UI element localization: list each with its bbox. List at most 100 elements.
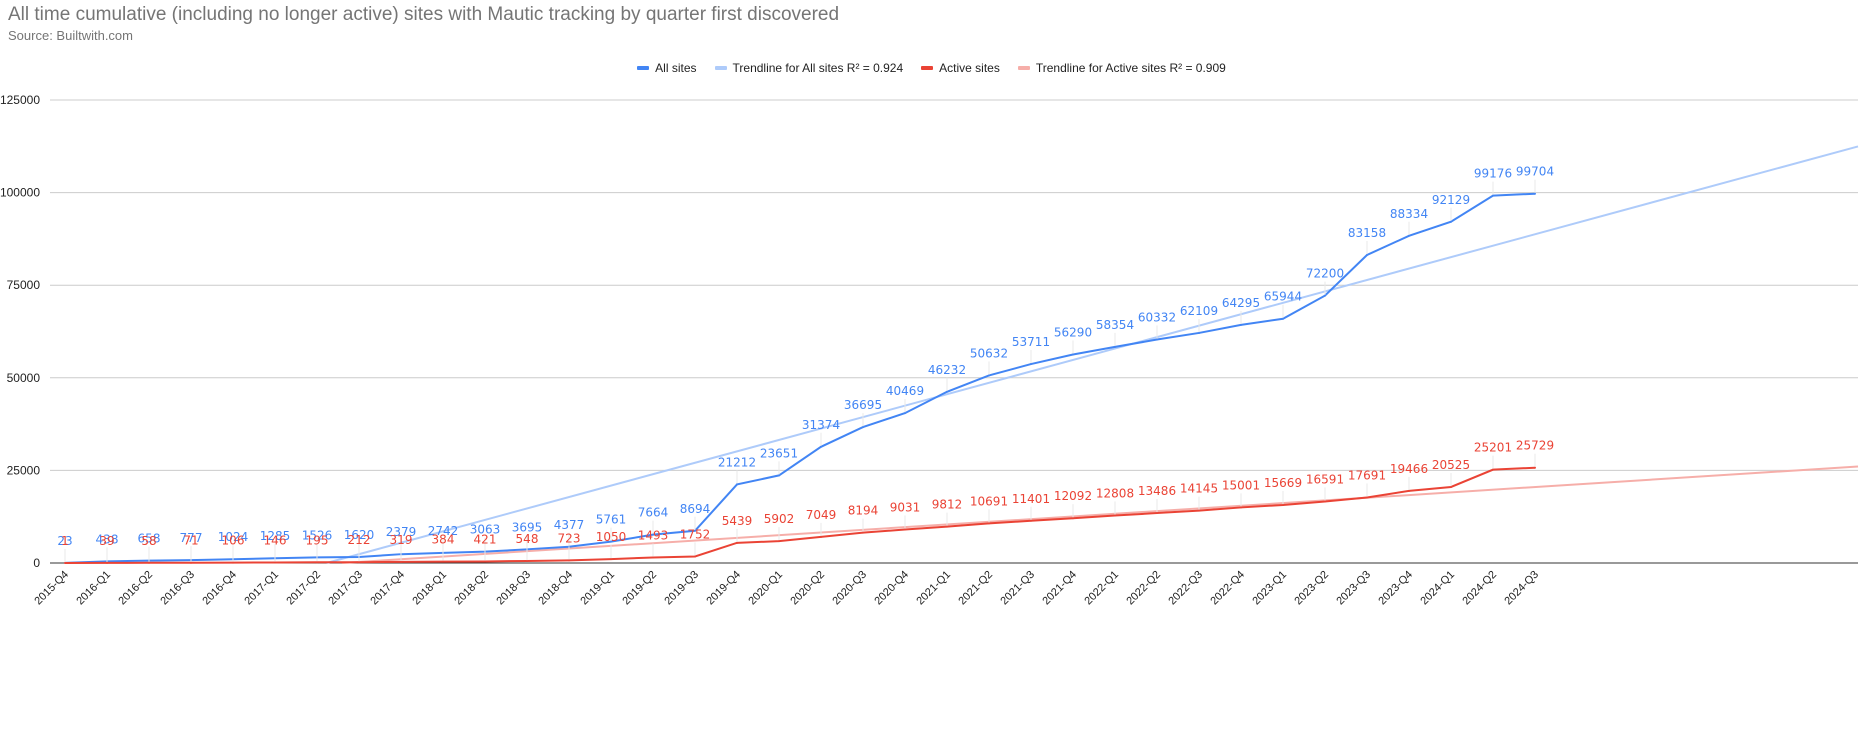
data-point: [778, 540, 780, 543]
data-point: [1492, 194, 1494, 197]
x-tick-label: 2019-Q4: [704, 569, 743, 608]
x-tick-label: 2019-Q3: [662, 569, 701, 608]
data-label: 548: [516, 532, 539, 546]
x-tick-label: 2022-Q1: [1082, 569, 1121, 608]
data-point: [1240, 323, 1242, 326]
data-point: [862, 531, 864, 534]
data-label: 12092: [1054, 489, 1092, 503]
data-label: 1: [61, 534, 69, 548]
data-label: 11401: [1012, 492, 1050, 506]
data-point: [526, 559, 528, 562]
data-point: [988, 374, 990, 377]
data-label: 5761: [596, 513, 627, 527]
data-point: [946, 390, 948, 393]
data-label: 53711: [1012, 335, 1050, 349]
x-tick-label: 2020-Q4: [872, 569, 911, 608]
x-tick-label: 2018-Q2: [452, 569, 491, 608]
x-tick-label: 2024-Q3: [1502, 569, 1541, 608]
data-point: [946, 525, 948, 528]
data-point: [1156, 512, 1158, 515]
data-point: [1282, 317, 1284, 320]
data-label: 384: [432, 533, 455, 547]
x-tick-label: 2020-Q1: [746, 569, 785, 608]
data-label: 14145: [1180, 482, 1218, 496]
data-label: 92129: [1432, 193, 1470, 207]
data-label: 421: [474, 532, 497, 546]
x-tick-label: 2018-Q3: [494, 569, 533, 608]
data-label: 25201: [1474, 441, 1512, 455]
data-point: [1324, 294, 1326, 297]
data-point: [736, 483, 738, 486]
data-label: 58: [141, 534, 156, 548]
data-label: 40469: [886, 384, 924, 398]
data-label: 50632: [970, 346, 1008, 360]
x-tick-label: 2017-Q2: [284, 569, 323, 608]
data-point: [1030, 519, 1032, 522]
x-tick-label: 2020-Q2: [788, 569, 827, 608]
data-label: 31374: [802, 418, 840, 432]
data-point: [358, 561, 360, 564]
data-label: 9812: [932, 498, 963, 512]
y-tick-label: 25000: [7, 463, 41, 477]
data-label: 4377: [554, 518, 585, 532]
data-point: [988, 522, 990, 525]
data-point: [610, 558, 612, 561]
data-point: [106, 561, 108, 564]
data-point: [1408, 234, 1410, 237]
data-label: 99704: [1516, 165, 1554, 179]
data-label: 64295: [1222, 296, 1260, 310]
y-tick-label: 75000: [7, 278, 41, 292]
data-label: 7664: [638, 506, 669, 520]
data-point: [820, 535, 822, 538]
data-label: 195: [306, 533, 329, 547]
data-label: 36695: [844, 398, 882, 412]
data-label: 106: [222, 534, 245, 548]
x-tick-label: 2023-Q3: [1334, 569, 1373, 608]
y-tick-label: 125000: [0, 93, 40, 107]
x-tick-label: 2016-Q3: [158, 569, 197, 608]
data-point: [1156, 338, 1158, 341]
data-label: 23651: [760, 446, 798, 460]
data-point: [316, 561, 318, 564]
x-tick-label: 2020-Q3: [830, 569, 869, 608]
data-label: 15001: [1222, 478, 1260, 492]
data-point: [904, 412, 906, 415]
line-chart: 02500050000750001000001250002015-Q4 2016-…: [0, 93, 1859, 608]
data-point: [1114, 514, 1116, 517]
data-label: 13486: [1138, 484, 1176, 498]
x-tick-label: 2022-Q3: [1166, 569, 1205, 608]
x-tick-label: 2019-Q1: [578, 569, 617, 608]
data-label: 8194: [848, 504, 879, 518]
data-label: 58354: [1096, 318, 1134, 332]
data-label: 319: [390, 533, 413, 547]
data-label: 15669: [1264, 476, 1302, 490]
x-tick-label: 2016-Q4: [200, 569, 239, 608]
y-tick-label: 0: [33, 556, 40, 570]
data-label: 65944: [1264, 290, 1302, 304]
data-label: 10691: [970, 494, 1008, 508]
data-label: 1752: [680, 528, 711, 542]
x-tick-label: 2023-Q2: [1292, 569, 1331, 608]
x-tick-label: 2021-Q2: [956, 569, 995, 608]
data-point: [64, 561, 66, 564]
data-point: [1072, 353, 1074, 356]
data-point: [778, 474, 780, 477]
x-tick-label: 2017-Q3: [326, 569, 365, 608]
data-label: 20525: [1432, 458, 1470, 472]
data-point: [400, 560, 402, 563]
data-label: 1050: [596, 530, 627, 544]
data-point: [1030, 363, 1032, 366]
data-point: [1198, 509, 1200, 512]
data-point: [862, 426, 864, 429]
x-tick-label: 2017-Q1: [242, 569, 281, 608]
data-point: [1324, 500, 1326, 503]
x-tick-label: 2017-Q4: [368, 569, 407, 608]
data-point: [1408, 489, 1410, 492]
data-label: 71: [183, 534, 198, 548]
x-tick-label: 2021-Q3: [998, 569, 1037, 608]
data-point: [484, 560, 486, 563]
data-label: 46232: [928, 363, 966, 377]
data-label: 25729: [1516, 439, 1554, 453]
data-label: 7049: [806, 508, 837, 522]
x-tick-label: 2021-Q1: [914, 569, 953, 608]
